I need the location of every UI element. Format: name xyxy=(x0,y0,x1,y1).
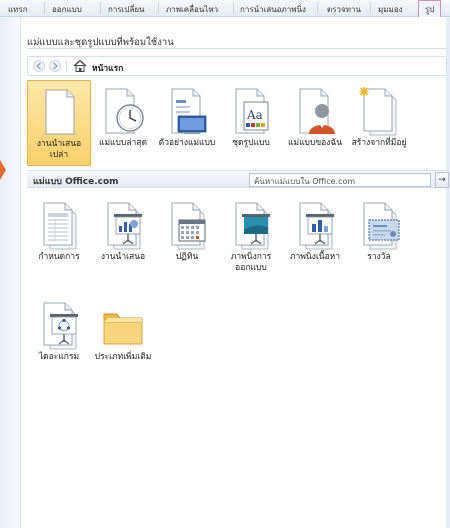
heading-divider xyxy=(27,48,447,49)
svg-text:Aa: Aa xyxy=(246,108,263,122)
tile-label: ไดอะแกรม xyxy=(38,352,80,362)
tile-label: ภาพนิ่งการออกแบบ xyxy=(230,252,272,273)
design-slides-icon xyxy=(235,202,270,250)
tile-my-templates[interactable]: แม่แบบของฉัน xyxy=(283,80,347,166)
tile-presentations[interactable]: งานนำเสนอ xyxy=(91,194,155,280)
presentation-icon xyxy=(107,202,142,250)
tile-label: ตัวอย่างแม่แบบ xyxy=(158,138,216,148)
tile-label: งานนำเสนอเปล่า xyxy=(36,139,82,160)
tile-calendars[interactable]: ปฏิทิน xyxy=(155,194,219,280)
tile-diagrams[interactable]: ไดอะแกรม xyxy=(27,294,91,380)
tab-picture-format[interactable]: รูป xyxy=(418,0,442,17)
office-templates-bar: แม่แบบ Office.com ค้นหาแม่แบบใน Office.c… xyxy=(27,170,449,188)
tab-design[interactable]: ออกแบบ xyxy=(52,3,82,16)
home-icon[interactable] xyxy=(73,59,87,73)
backstage-right-edge xyxy=(446,17,450,528)
content-slides-icon xyxy=(299,202,334,250)
tab-separator xyxy=(44,2,45,14)
tile-label: สร้างจากที่มีอยู่ xyxy=(351,138,407,148)
tab-insert[interactable]: แทรก xyxy=(8,3,28,16)
template-nav-bar: หน้าแรก xyxy=(27,56,447,76)
tab-separator xyxy=(370,2,371,14)
office-search-button[interactable]: → xyxy=(435,172,449,188)
tile-label: ภาพนิ่งเนื้อหา xyxy=(289,252,341,262)
tab-transitions[interactable]: การเปลี่ยน xyxy=(108,3,145,16)
tab-separator xyxy=(233,2,234,14)
new-from-existing-icon xyxy=(359,87,397,136)
tab-review[interactable]: ตรวจทาน xyxy=(327,3,361,16)
tab-animations[interactable]: ภาพเคลื่อนไหว xyxy=(166,3,218,16)
tile-label: ชุดรูปแบบ xyxy=(232,138,270,148)
tile-design-slides[interactable]: ภาพนิ่งการออกแบบ xyxy=(219,194,283,280)
tab-slideshow[interactable]: การนำเสนอภาพนิ่ง xyxy=(240,3,306,16)
tile-recent-templates[interactable]: แม่แบบล่าสุด xyxy=(91,80,155,166)
office-search-input[interactable]: ค้นหาแม่แบบใน Office.com xyxy=(249,173,431,187)
tile-label: กำหนดการ xyxy=(38,252,80,262)
tile-label: แม่แบบล่าสุด xyxy=(98,138,148,148)
forward-arrow-icon[interactable] xyxy=(49,60,61,72)
blank-document-icon xyxy=(45,89,75,135)
calendar-icon xyxy=(171,202,206,250)
folder-icon xyxy=(103,313,143,345)
tile-sample-templates[interactable]: ตัวอย่างแม่แบบ xyxy=(155,80,219,166)
templates-panel: แม่แบบและชุดรูปแบบที่พร้อมใช้งาน หน้าแรก… xyxy=(20,17,449,528)
selected-nav-arrow-icon xyxy=(0,160,6,180)
tab-separator xyxy=(100,2,101,14)
tab-separator xyxy=(158,2,159,14)
tile-label: รางวัล xyxy=(367,252,391,262)
tile-awards[interactable]: รางวัล xyxy=(347,194,411,280)
tile-label: ปฏิทิน xyxy=(175,252,199,262)
award-icon xyxy=(363,202,400,250)
nav-home-label[interactable]: หน้าแรก xyxy=(92,61,123,75)
user-document-icon xyxy=(299,88,335,134)
agenda-icon xyxy=(43,202,77,250)
tile-new-from-existing[interactable]: สร้างจากที่มีอยู่ xyxy=(347,80,411,166)
ribbon-tab-bar: แทรก ออกแบบ การเปลี่ยน ภาพเคลื่อนไหว การ… xyxy=(0,0,450,17)
tile-label: ประเภทเพิ่มเติม xyxy=(94,352,152,362)
clock-document-icon xyxy=(105,88,144,134)
nav-separator xyxy=(66,60,67,72)
themes-icon: Aa xyxy=(235,88,269,134)
tile-label: งานนำเสนอ xyxy=(100,252,146,262)
tile-blank-presentation[interactable]: งานนำเสนอเปล่า xyxy=(27,80,91,166)
back-arrow-icon[interactable] xyxy=(33,60,45,72)
tab-view[interactable]: มุมมอง xyxy=(378,3,403,16)
tile-more-categories[interactable]: ประเภทเพิ่มเติม xyxy=(91,294,155,380)
office-templates-label: แม่แบบ Office.com xyxy=(33,177,119,187)
sample-templates-icon xyxy=(171,88,207,134)
diagram-icon xyxy=(43,302,78,350)
tile-label: แม่แบบของฉัน xyxy=(287,138,343,148)
tile-themes[interactable]: Aa ชุดรูปแบบ xyxy=(219,80,283,166)
tile-content-slides[interactable]: ภาพนิ่งเนื้อหา xyxy=(283,194,347,280)
tile-agenda[interactable]: กำหนดการ xyxy=(27,194,91,280)
backstage-left-edge xyxy=(0,17,20,528)
tab-separator xyxy=(317,2,318,14)
